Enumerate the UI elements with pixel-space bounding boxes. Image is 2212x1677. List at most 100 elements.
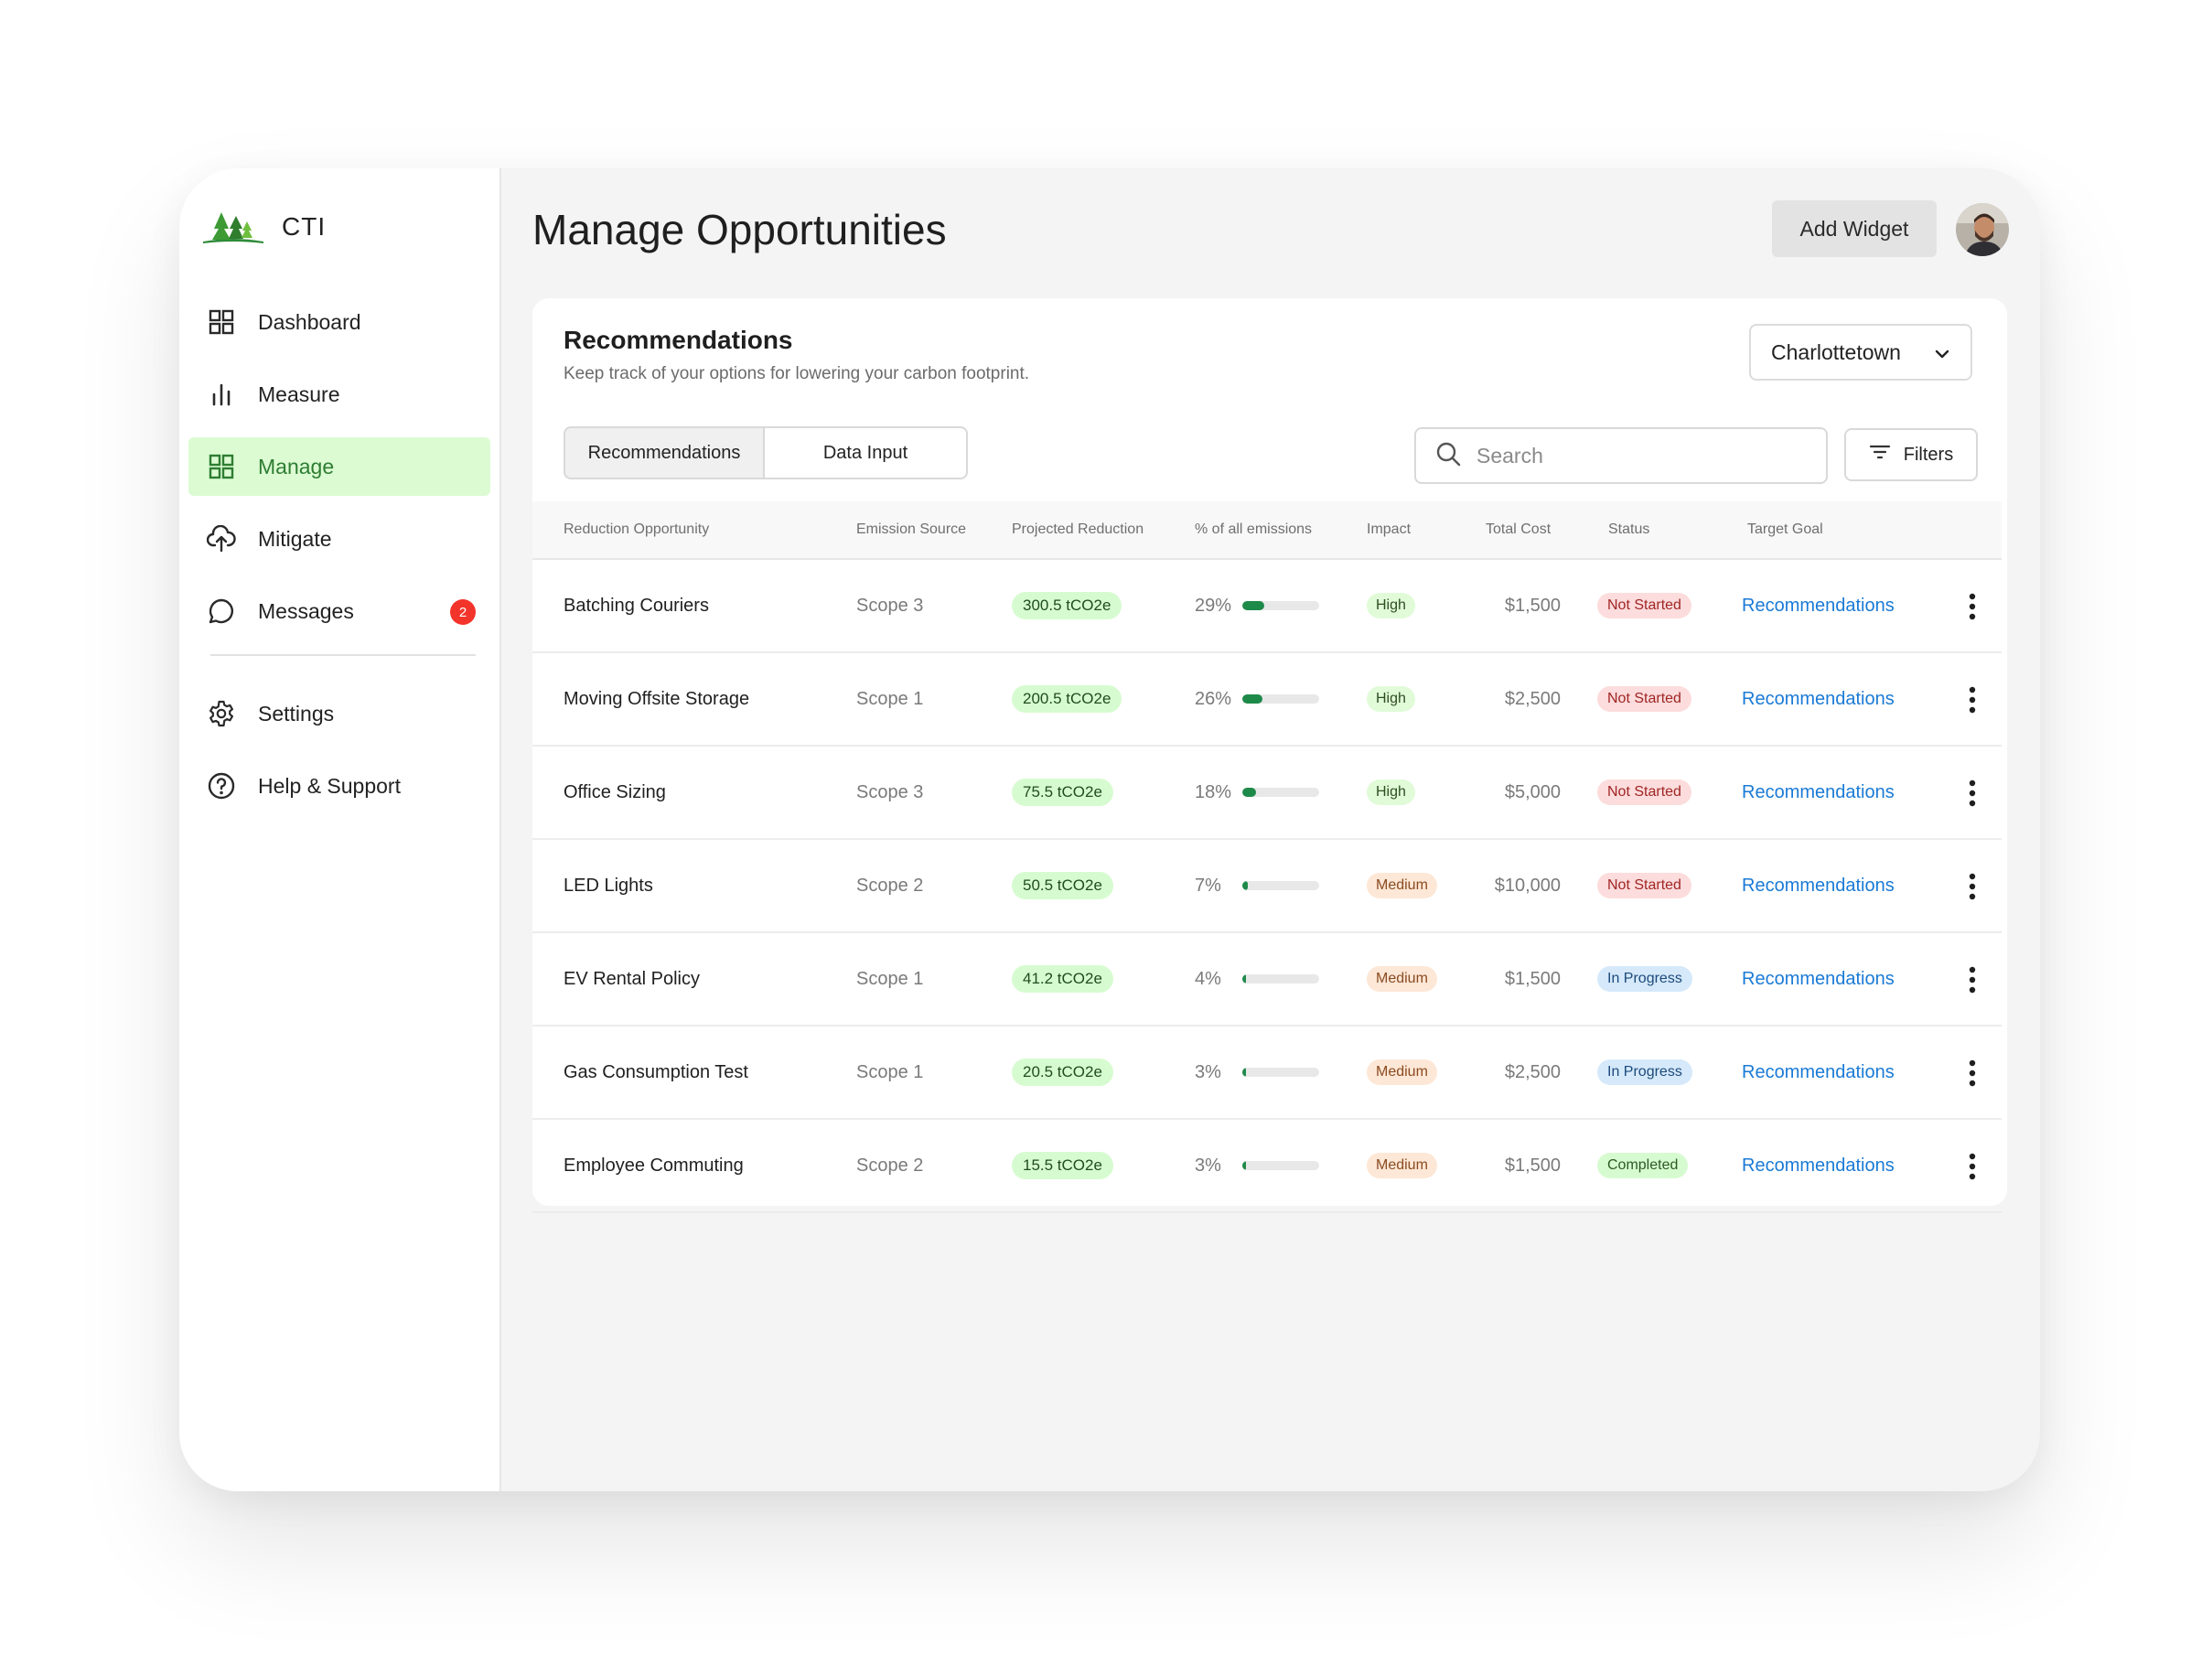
tab-recommendations[interactable]: Recommendations — [564, 426, 765, 479]
avatar[interactable] — [1956, 203, 2009, 256]
sidebar-nav: Dashboard Measure Manage Mitigate Messag… — [188, 293, 490, 829]
target-goal-link[interactable]: Recommendations — [1742, 1120, 1895, 1211]
opportunity-name: Employee Commuting — [564, 1155, 744, 1176]
emission-percent: 29% — [1195, 595, 1232, 616]
target-goal-link[interactable]: Recommendations — [1742, 933, 1895, 1025]
page-title: Manage Opportunities — [532, 206, 947, 253]
unread-badge: 2 — [450, 599, 476, 625]
table-row[interactable]: LED Lights Scope 2 50.5 tCO2e 7% Medium $10,0… — [532, 840, 2002, 933]
total-cost: $2,500 — [1504, 688, 1561, 709]
column-header[interactable]: Emission Source — [856, 501, 966, 558]
table-row[interactable]: Office Sizing Scope 3 75.5 tCO2e 18% High $5,… — [532, 747, 2002, 840]
grid-icon — [207, 452, 236, 481]
more-options-icon[interactable] — [1969, 593, 1976, 620]
emission-source: Scope 1 — [856, 688, 924, 709]
progress-fill — [1242, 694, 1262, 704]
impact: High — [1367, 653, 1415, 745]
sidebar-divider — [210, 654, 476, 656]
impact-badge: Medium — [1367, 1153, 1437, 1178]
column-header[interactable]: % of all emissions — [1195, 501, 1312, 558]
emission-progress — [1242, 1120, 1319, 1211]
more-options-icon[interactable] — [1969, 1059, 1976, 1087]
status: In Progress — [1597, 933, 1692, 1025]
sidebar-item-manage[interactable]: Manage — [188, 437, 490, 496]
more-options-icon[interactable] — [1969, 779, 1976, 807]
emission-progress — [1242, 747, 1319, 838]
column-header[interactable]: Status — [1608, 501, 1649, 558]
status-badge: Not Started — [1597, 686, 1691, 712]
reduction-pill: 300.5 tCO2e — [1012, 592, 1122, 619]
search-input[interactable] — [1475, 442, 1808, 469]
sidebar-item-mitigate[interactable]: Mitigate — [188, 510, 490, 568]
table-row[interactable]: Moving Offsite Storage Scope 1 200.5 tCO2e… — [532, 653, 2002, 747]
opportunity-name: LED Lights — [564, 875, 653, 896]
sidebar-item-measure[interactable]: Measure — [188, 365, 490, 424]
table-row[interactable]: EV Rental Policy Scope 1 41.2 tCO2e 4% Mediu… — [532, 933, 2002, 1027]
chevron-down-icon — [1934, 340, 1950, 365]
more-options-icon[interactable] — [1969, 1153, 1976, 1180]
column-header[interactable]: Projected Reduction — [1012, 501, 1144, 558]
progress-track — [1242, 694, 1319, 704]
total-cost: $1,500 — [1504, 968, 1561, 989]
more-options-icon[interactable] — [1969, 966, 1976, 994]
sidebar-item-help-support[interactable]: Help & Support — [188, 757, 490, 815]
impact-badge: High — [1367, 686, 1415, 712]
add-widget-button[interactable]: Add Widget — [1772, 200, 1937, 257]
emission-percent: 7% — [1195, 875, 1221, 896]
column-header[interactable]: Impact — [1367, 501, 1411, 558]
target-goal-link[interactable]: Recommendations — [1742, 1027, 1895, 1118]
sidebar-item-label: Dashboard — [258, 309, 361, 334]
column-header[interactable]: Total Cost — [1486, 501, 1551, 558]
projected-reduction: 75.5 tCO2e — [1012, 747, 1113, 838]
sidebar-item-label: Settings — [258, 701, 335, 726]
progress-track — [1242, 788, 1319, 797]
projected-reduction: 300.5 tCO2e — [1012, 560, 1122, 651]
column-header[interactable]: Reduction Opportunity — [564, 501, 709, 558]
sidebar: CTI Dashboard Measure Manage Mitigate Me… — [179, 168, 501, 1491]
brand[interactable]: CTI — [201, 209, 326, 245]
impact-badge: Medium — [1367, 966, 1437, 992]
status: Completed — [1597, 1120, 1689, 1211]
more-options-icon[interactable] — [1969, 686, 1976, 714]
impact: Medium — [1367, 840, 1437, 931]
progress-track — [1242, 1068, 1319, 1077]
impact: High — [1367, 747, 1415, 838]
search-icon — [1434, 440, 1462, 472]
target-goal-link[interactable]: Recommendations — [1742, 653, 1895, 745]
emission-percent: 3% — [1195, 1061, 1221, 1082]
status-badge: Not Started — [1597, 593, 1691, 618]
sidebar-item-dashboard[interactable]: Dashboard — [188, 293, 490, 351]
sidebar-item-messages[interactable]: Messages 2 — [188, 582, 490, 640]
column-header[interactable]: Target Goal — [1747, 501, 1823, 558]
target-goal-link[interactable]: Recommendations — [1742, 840, 1895, 931]
sidebar-item-settings[interactable]: Settings — [188, 684, 490, 743]
emission-source: Scope 1 — [856, 968, 924, 989]
status: Not Started — [1597, 560, 1691, 651]
status-badge: Not Started — [1597, 779, 1691, 805]
table-row[interactable]: Batching Couriers Scope 3 300.5 tCO2e 29% Hi… — [532, 560, 2002, 653]
status: In Progress — [1597, 1027, 1692, 1118]
location-select[interactable]: Charlottetown — [1749, 324, 1972, 381]
progress-fill — [1242, 601, 1264, 610]
progress-fill — [1242, 1161, 1246, 1170]
more-options-icon[interactable] — [1969, 873, 1976, 900]
sidebar-item-label: Mitigate — [258, 526, 332, 551]
reduction-pill: 50.5 tCO2e — [1012, 872, 1113, 899]
opportunity-name: Moving Offsite Storage — [564, 688, 750, 709]
total-cost: $1,500 — [1504, 595, 1561, 616]
table-row[interactable]: Gas Consumption Test Scope 1 20.5 tCO2e 3% M… — [532, 1027, 2002, 1120]
target-goal-link[interactable]: Recommendations — [1742, 560, 1895, 651]
impact: High — [1367, 560, 1415, 651]
tab-data-input[interactable]: Data Input — [765, 426, 968, 479]
table-row[interactable]: Employee Commuting Scope 2 15.5 tCO2e 3% Med… — [532, 1120, 2002, 1213]
cloud-upload-icon — [207, 524, 236, 554]
impact: Medium — [1367, 1120, 1437, 1211]
target-goal-link[interactable]: Recommendations — [1742, 747, 1895, 838]
emission-percent: 18% — [1195, 781, 1232, 802]
view-tabs: Recommendations Data Input — [564, 426, 968, 479]
filters-button[interactable]: Filters — [1844, 428, 1978, 481]
status: Not Started — [1597, 747, 1691, 838]
status-badge: In Progress — [1597, 1059, 1692, 1085]
search-box[interactable] — [1414, 427, 1828, 484]
status-badge: In Progress — [1597, 966, 1692, 992]
